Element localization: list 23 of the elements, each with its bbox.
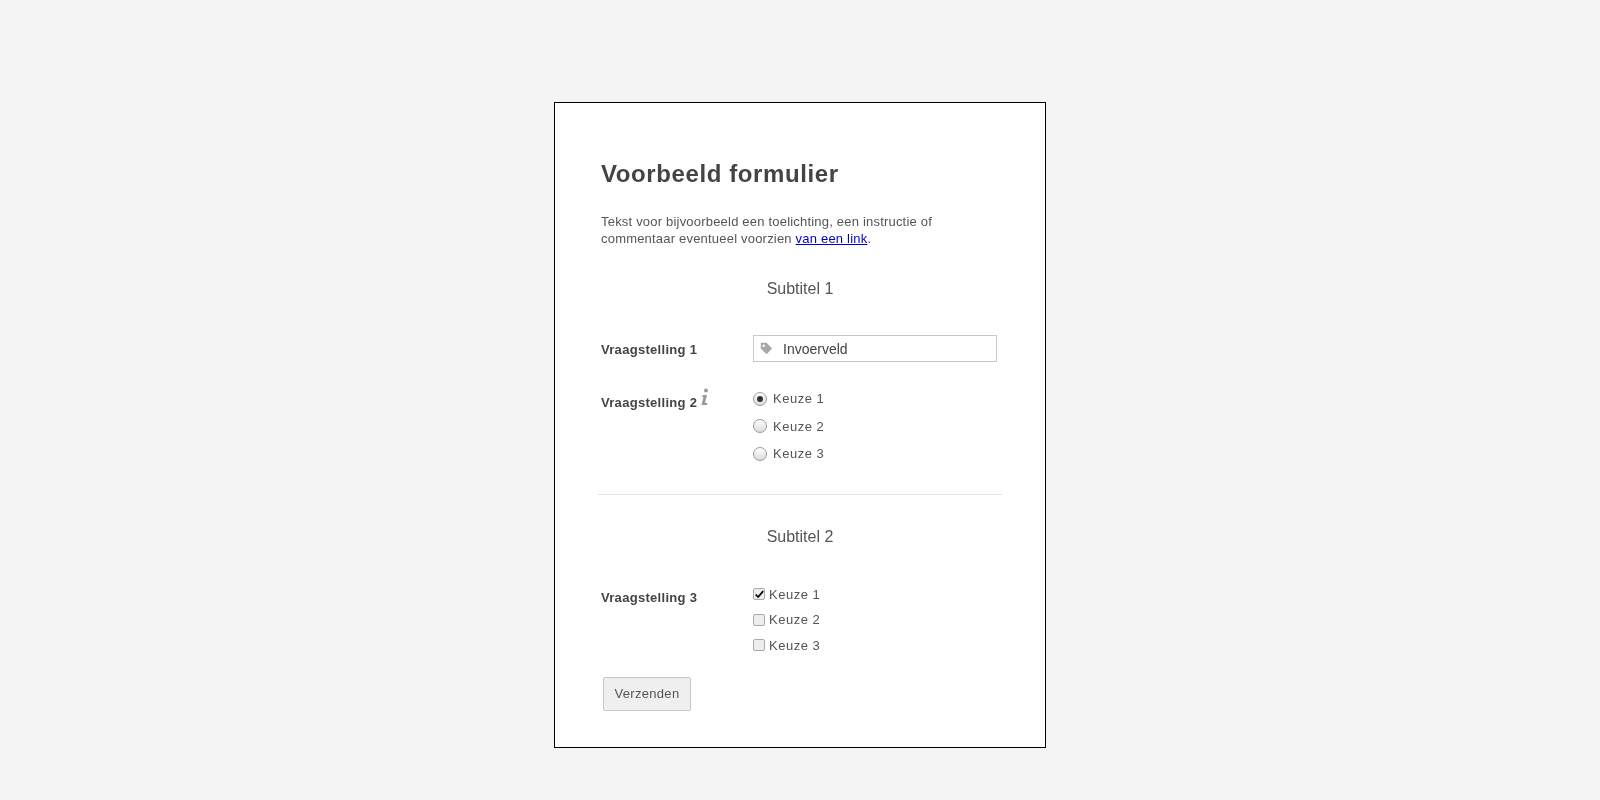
info-icon[interactable] (700, 388, 710, 406)
option-label: Keuze 1 (773, 390, 825, 408)
radio-button[interactable] (753, 419, 767, 434)
question-label: Vraagstelling 3 (601, 588, 698, 607)
checkbox[interactable] (753, 588, 765, 601)
option-label: Keuze 1 (769, 585, 821, 604)
option-label: Keuze 2 (769, 611, 821, 629)
input-field[interactable]: Invoerveld (753, 335, 997, 362)
checkbox[interactable] (753, 639, 765, 652)
question-label: Vraagstelling 1 (601, 341, 698, 359)
description-text: Tekst voor bijvoorbeeld een toelichting, een instructie of commentaar eventueel voorzien van een link. (601, 213, 933, 247)
section-subtitle: Subtitel 1 (765, 279, 835, 299)
submit-button[interactable]: Verzenden (603, 677, 691, 711)
radio-button[interactable] (753, 446, 767, 461)
tag-icon (760, 342, 773, 355)
option-label: Keuze 3 (773, 445, 825, 463)
option-label: Keuze 2 (773, 417, 825, 436)
question-label: Vraagstelling 2 (601, 394, 698, 412)
option-label: Keuze 3 (769, 636, 821, 655)
section-subtitle: Subtitel 2 (765, 526, 835, 547)
checkbox[interactable] (753, 613, 765, 626)
radio-button[interactable] (753, 391, 767, 406)
form-title: Voorbeeld formulier (601, 159, 840, 189)
